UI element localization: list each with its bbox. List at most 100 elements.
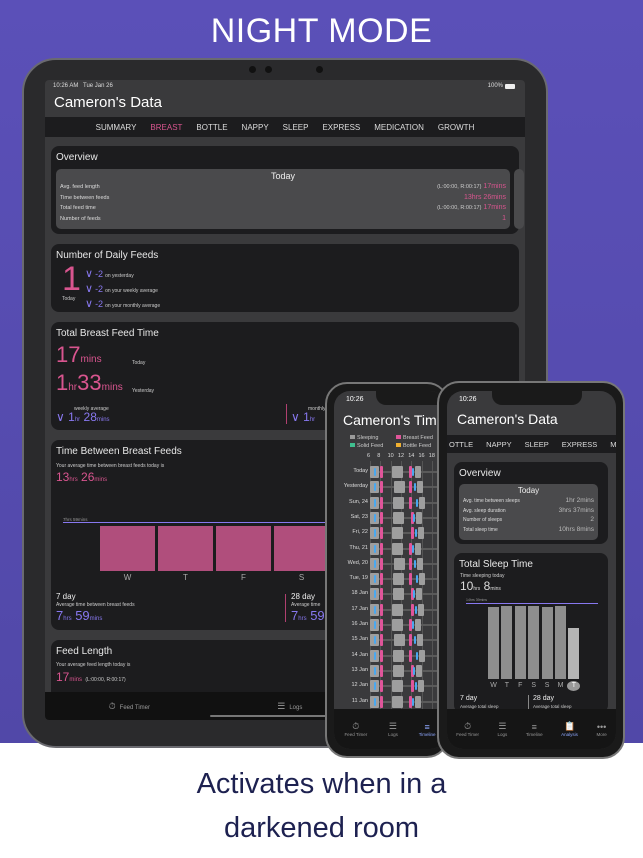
yest-mins: 33	[77, 370, 102, 395]
sleep-block	[419, 649, 425, 662]
comparison-value: -2	[95, 299, 104, 309]
breast-feed-mark	[380, 573, 383, 586]
chart-bar	[555, 605, 566, 679]
event-mark	[412, 468, 414, 476]
row-detail: (L:00:00, R:00:17)	[437, 184, 482, 190]
total-sleep-card: Total Sleep Time Time sleeping today 10h…	[454, 553, 608, 713]
row-value: 1	[500, 215, 506, 222]
tab-medication[interactable]: MEDICATION	[374, 123, 424, 132]
overview-card: Overview Today Avg. feed length (L:00:00,…	[51, 146, 524, 234]
tab-ottle[interactable]: OTTLE	[449, 440, 473, 449]
row-date: Sun, 24	[349, 498, 368, 505]
chart-bar	[541, 606, 553, 679]
x-tick-label: S	[531, 682, 537, 689]
tab-breast[interactable]: BREAST	[150, 123, 182, 132]
card-title: Total Sleep Time	[459, 559, 533, 570]
tab-label: Feed Timer	[119, 704, 150, 711]
x-tick-label: M	[557, 682, 564, 689]
sleep-block	[415, 619, 421, 631]
tab-sleep[interactable]: SLEEP	[283, 123, 309, 132]
period-label: Today	[517, 486, 540, 495]
tab-growth[interactable]: GROWTH	[438, 123, 474, 132]
event-mark	[414, 483, 416, 492]
timeline-chart: 6 8 10 12 14 16 18 Today Yesterday Sun, 24 Sat, 23…	[334, 453, 446, 713]
tab-logs[interactable]: ☰ Logs	[277, 701, 302, 712]
legend-label: Sleeping	[357, 435, 379, 441]
row-date: 15 Jan	[351, 636, 368, 643]
sleep-block	[392, 603, 403, 616]
tab-label: Logs	[289, 704, 303, 711]
row-value: 10hrs 8mins	[558, 525, 594, 533]
sleep-block	[394, 557, 405, 570]
overview-card: Overview Today Avg. time between sleeps 1…	[454, 462, 608, 544]
sleep-block	[392, 542, 403, 555]
sleep-block	[415, 466, 421, 478]
row-date: Thu, 21	[349, 544, 368, 551]
daily-feeds-card: Number of Daily Feeds 1 Today ∨ -2 on yest…	[51, 244, 519, 312]
unit: mins	[80, 354, 102, 365]
sleep-block	[419, 496, 425, 509]
breast-feed-mark	[380, 557, 383, 570]
tab-feed-timer[interactable]: ⏱ Feed Timer	[456, 721, 479, 737]
subtitle: Your average feed length today is	[56, 662, 131, 668]
chart-bar	[216, 526, 271, 571]
tab-express[interactable]: EXPRESS	[322, 123, 360, 132]
tab-label: Logs	[497, 732, 508, 737]
tab-nappy[interactable]: NAPPY	[486, 440, 511, 449]
camera-icon	[316, 66, 323, 73]
row-detail: (L:00:00, R:00:17)	[437, 205, 482, 211]
legend-swatch	[350, 443, 355, 447]
event-mark	[413, 590, 415, 599]
tab-logs[interactable]: ☰ Logs	[388, 721, 398, 737]
tab-express[interactable]: EXPRESS	[562, 440, 597, 449]
row-date: 16 Jan	[351, 621, 368, 627]
breast-feed-mark	[409, 573, 412, 586]
x-tick-label: S	[544, 682, 550, 689]
tab-label: Analysis	[561, 732, 578, 737]
avg-line-label: 14hrs 39mins	[466, 598, 488, 602]
row-date: 14 Jan	[351, 651, 368, 658]
sleep-block	[393, 573, 404, 586]
tab-timeline[interactable]: ≡Timeline	[526, 722, 543, 737]
hour-label: 8	[377, 453, 381, 459]
tab-feed-timer[interactable]: ⏱ Feed Timer	[344, 721, 367, 737]
row-label: Total sleep time	[463, 526, 498, 533]
hour-label: 14	[408, 453, 415, 459]
tab-sleep[interactable]: SLEEP	[525, 440, 549, 449]
event-mark	[374, 498, 376, 507]
tab-timeline[interactable]: ≡Timeline	[419, 722, 436, 737]
category-tabs: OTTLE NAPPY SLEEP EXPRESS MED	[447, 435, 616, 453]
sleep-block	[416, 664, 422, 677]
unit: mins	[101, 382, 123, 393]
headline: NIGHT MODE	[210, 12, 433, 50]
tab-summary[interactable]: SUMMARY	[96, 123, 137, 132]
tab-feed-timer[interactable]: ⏱ Feed Timer	[109, 701, 150, 712]
sleep-block	[394, 481, 405, 494]
timeline-icon: ≡	[424, 721, 430, 732]
tab-logs[interactable]: ☰ Logs	[498, 721, 508, 737]
breast-feed-mark	[380, 481, 383, 494]
day28-title: 28 day	[291, 592, 316, 601]
timeline-icon: ≡	[531, 721, 537, 732]
caption-line: Activates when in a	[196, 768, 447, 800]
timeline-screen: 10:26 Cameron's Timeline Sleeping Breast …	[334, 391, 446, 749]
row-label: Number of feeds	[60, 215, 101, 222]
legend-item: Bottle Feed	[396, 443, 431, 449]
tab-label: More	[596, 731, 607, 737]
tab-analysis[interactable]: 📋 Analysis	[561, 721, 578, 737]
event-mark	[412, 621, 414, 629]
tab-bottle[interactable]: BOTTLE	[196, 123, 227, 132]
sleep-block	[415, 542, 421, 555]
row-label: Avg. feed length	[60, 184, 100, 190]
breast-feed-mark	[380, 496, 383, 509]
event-mark	[416, 498, 418, 507]
tab-nappy[interactable]: NAPPY	[242, 123, 269, 132]
overview-row: Avg. feed length (L:00:00, R:00:17) 17mins	[60, 183, 506, 190]
event-mark	[374, 697, 376, 706]
row-date: Tue, 19	[349, 575, 368, 582]
tab-more[interactable]: ••• More	[596, 722, 606, 737]
sleep-block	[393, 664, 404, 677]
today-value: 17	[56, 342, 81, 367]
overview-next[interactable]	[514, 169, 524, 229]
tab-med[interactable]: MED	[610, 440, 616, 449]
